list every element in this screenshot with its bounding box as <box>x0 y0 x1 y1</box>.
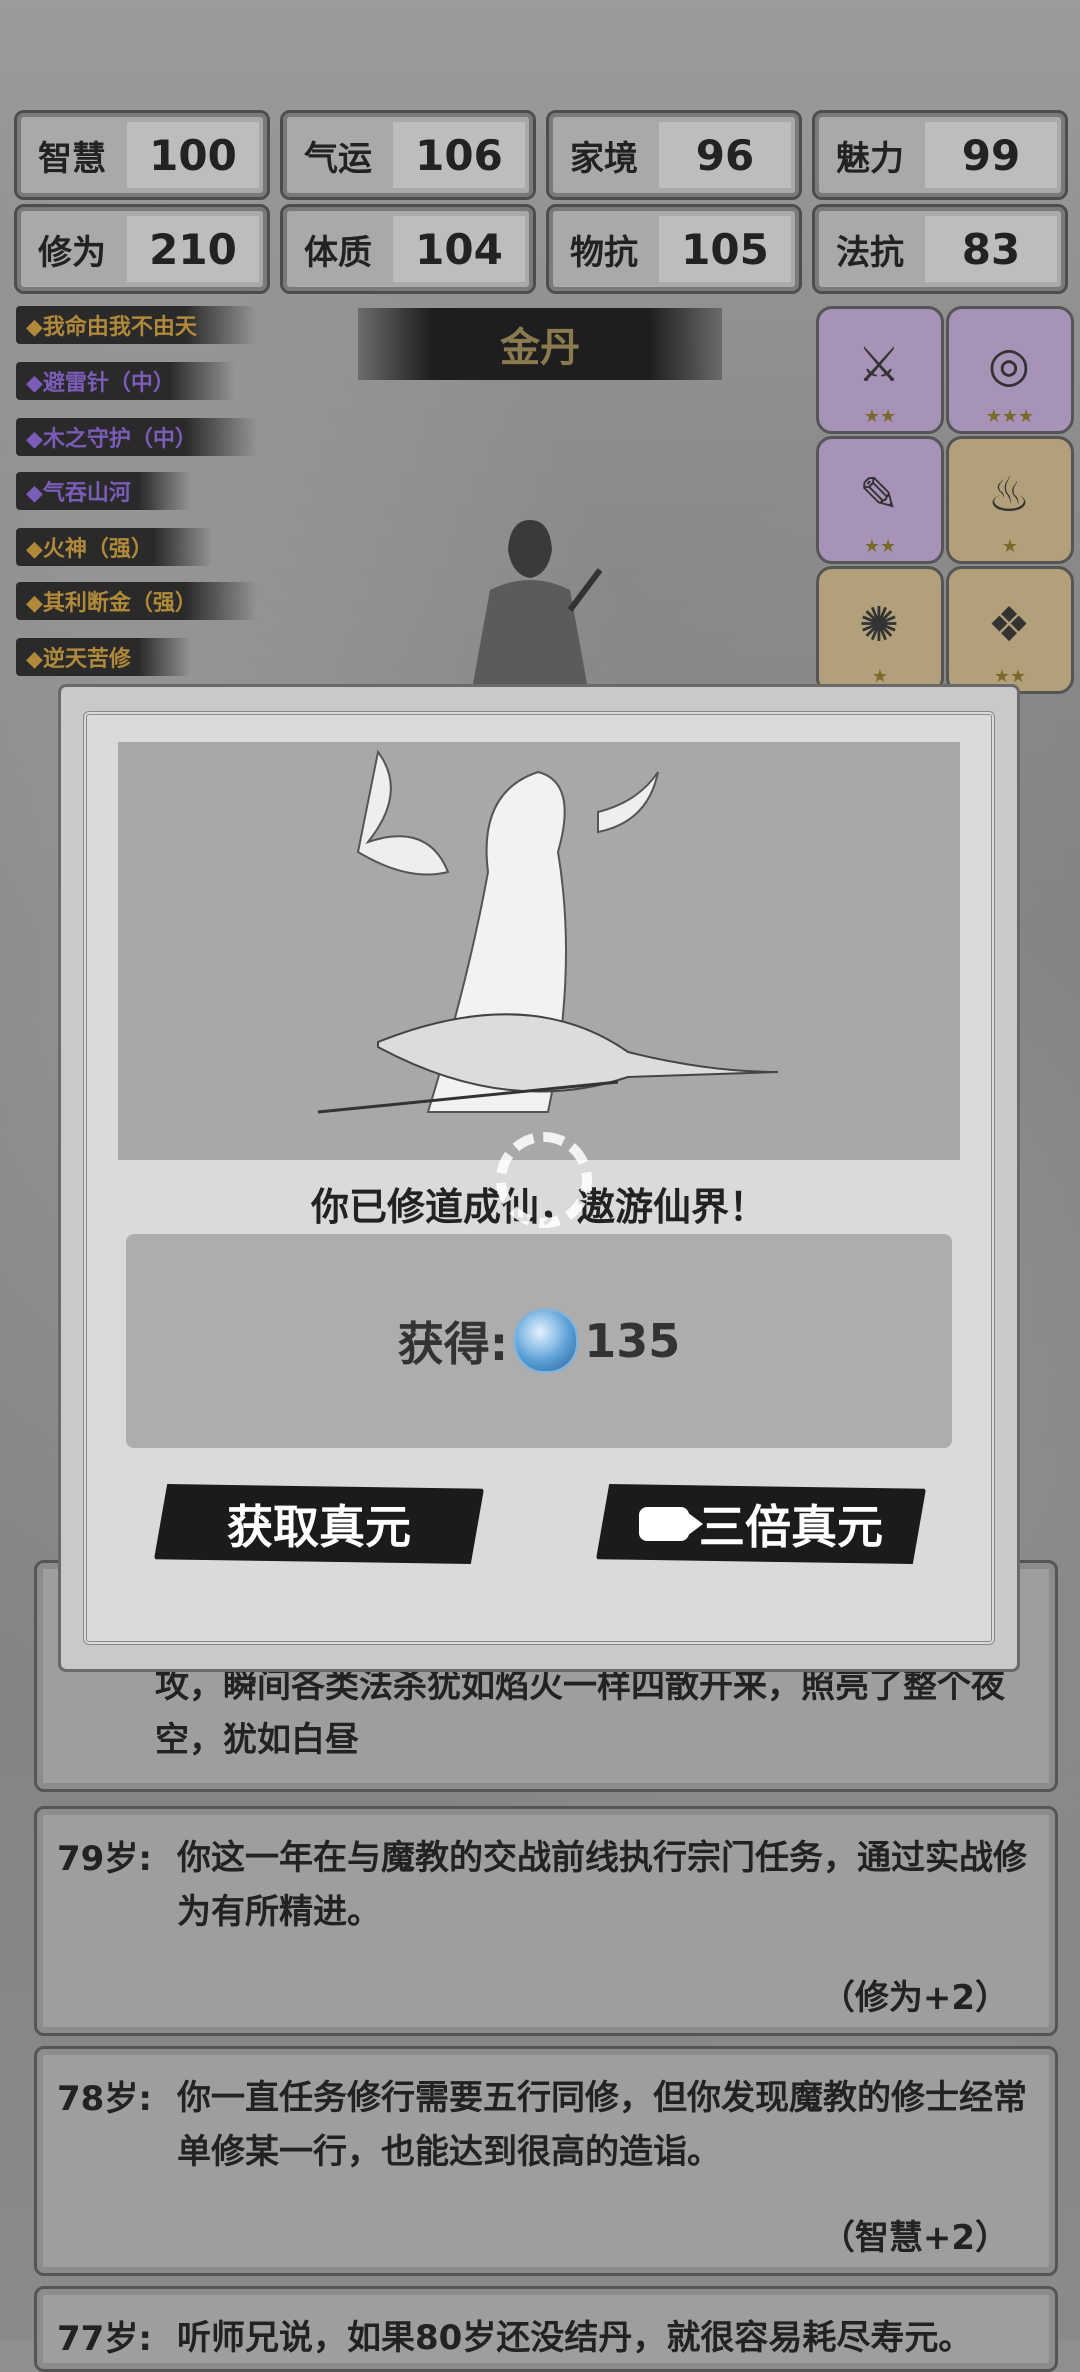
ascension-illustration <box>118 742 960 1160</box>
rarity-stars: ★★★ <box>985 406 1035 427</box>
video-ad-icon <box>639 1507 703 1541</box>
stat-value: 210 <box>127 216 259 282</box>
true-essence-orb-icon <box>514 1309 579 1373</box>
stat-value: 99 <box>925 122 1057 188</box>
orb-icon: ✺ <box>858 597 900 653</box>
stat-name: 修为 <box>38 232 106 273</box>
item-slot[interactable]: ◎ ★★★ <box>946 306 1074 434</box>
stat-magic-def: 法抗 83 <box>812 204 1068 294</box>
stat-name: 物抗 <box>570 232 638 273</box>
stat-name: 家境 <box>570 138 638 179</box>
stat-family: 家境 96 <box>546 110 802 200</box>
log-effect: （智慧+2） <box>820 2218 1009 2258</box>
stat-value: 100 <box>127 122 259 188</box>
buff-tag[interactable]: ◆气吞山河 <box>16 472 191 510</box>
item-slot[interactable]: ✺ ★ <box>816 566 944 694</box>
log-text: 你这一年在与魔教的交战前线执行宗门任务，通过实战修为有所精进。 <box>177 1838 1027 1932</box>
reward-box: 获得: 135 <box>126 1234 952 1448</box>
log-text: 攻，瞬间各类法杀犹如焰火一样四散开来，照亮了整个夜空，犹如白昼 <box>155 1666 1005 1760</box>
item-slot[interactable]: ❖ ★★ <box>946 566 1074 694</box>
item-slot[interactable]: ✎ ★★ <box>816 436 944 564</box>
log-text: 听师兄说，如果80岁还没结丹，就很容易耗尽寿元。 <box>177 2318 973 2358</box>
item-slot[interactable]: ♨ ★ <box>946 436 1074 564</box>
sword-icon: ⚔ <box>857 337 901 393</box>
stat-phys-def: 物抗 105 <box>546 204 802 294</box>
realm-banner: 金丹 <box>358 308 722 380</box>
log-age: 78岁: <box>57 2079 152 2119</box>
stat-constitution: 体质 104 <box>280 204 536 294</box>
scroll-icon: ✎ <box>858 467 900 523</box>
item-slot[interactable]: ⚔ ★★ <box>816 306 944 434</box>
stat-name: 法抗 <box>836 232 904 273</box>
fan-icon: ❖ <box>987 597 1031 653</box>
triple-essence-button[interactable]: 三倍真元 <box>596 1484 926 1564</box>
life-log-card: 79岁: 你这一年在与魔教的交战前线执行宗门任务，通过实战修为有所精进。 （修为… <box>34 1806 1058 2036</box>
log-text: 你一直任务修行需要五行同修，但你发现魔教的修士经常单修某一行，也能达到很高的造诣… <box>177 2078 1027 2172</box>
loading-spinner-icon <box>496 1132 592 1228</box>
stat-value: 105 <box>659 216 791 282</box>
immortal-crane-art <box>317 749 779 1114</box>
buff-tag[interactable]: ◆逆天苦修 <box>16 638 191 676</box>
log-effect: （修为+2） <box>820 1978 1009 2018</box>
claim-button-label: 获取真元 <box>227 1500 411 1554</box>
stat-luck: 气运 106 <box>280 110 536 200</box>
stat-value: 96 <box>659 122 791 188</box>
buff-tag[interactable]: ◆火神（强） <box>16 528 213 566</box>
stat-name: 魅力 <box>836 138 904 179</box>
life-log-card: 78岁: 你一直任务修行需要五行同修，但你发现魔教的修士经常单修某一行，也能达到… <box>34 2046 1058 2276</box>
stat-cultivation: 修为 210 <box>14 204 270 294</box>
rarity-stars: ★★ <box>863 406 897 427</box>
buff-tag[interactable]: ◆木之守护（中） <box>16 418 257 456</box>
stat-value: 104 <box>393 216 525 282</box>
log-age: 77岁: <box>57 2319 152 2359</box>
stat-name: 体质 <box>304 232 372 273</box>
claim-essence-button[interactable]: 获取真元 <box>154 1484 484 1564</box>
life-log-card: 77岁: 听师兄说，如果80岁还没结丹，就很容易耗尽寿元。 <box>34 2286 1058 2372</box>
rarity-stars: ★ <box>1001 536 1019 557</box>
stat-value: 106 <box>393 122 525 188</box>
jade-disc-icon: ◎ <box>988 337 1030 393</box>
stat-name: 智慧 <box>38 138 106 179</box>
reward-amount: 135 <box>584 1314 681 1368</box>
teapot-icon: ♨ <box>987 467 1031 523</box>
log-age: 79岁: <box>57 1839 152 1879</box>
buff-tag[interactable]: ◆其利断金（强） <box>16 582 257 620</box>
buff-tag[interactable]: ◆避雷针（中） <box>16 362 235 400</box>
stat-wisdom: 智慧 100 <box>14 110 270 200</box>
character-figure <box>470 520 603 700</box>
stat-charm: 魅力 99 <box>812 110 1068 200</box>
buff-tag[interactable]: ◆我命由我不由天 <box>16 306 257 344</box>
stat-value: 83 <box>925 216 1057 282</box>
rarity-stars: ★★ <box>863 536 897 557</box>
triple-button-label: 三倍真元 <box>699 1500 883 1554</box>
stat-name: 气运 <box>304 138 372 179</box>
reward-label: 获得: <box>397 1317 509 1371</box>
